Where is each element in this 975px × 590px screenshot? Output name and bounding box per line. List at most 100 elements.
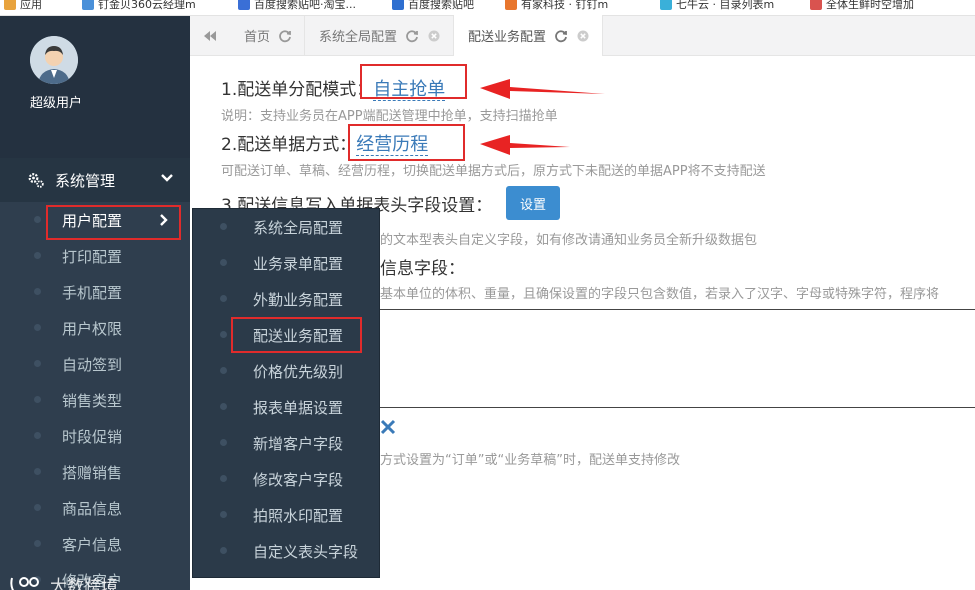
bullet-dot-icon	[34, 432, 41, 439]
submenu-list: 用户配置 打印配置 手机配置 用户权限 自动签到 销售类型 时段促销 搭赠销售 …	[0, 202, 190, 590]
bullet-dot-icon	[220, 259, 227, 266]
bullet-dot-icon	[220, 547, 227, 554]
flyout-item-label: 新增客户字段	[253, 434, 344, 453]
sidebar-item-customer-info[interactable]: 客户信息	[0, 526, 190, 562]
annotation-highlight-box	[231, 317, 362, 353]
flyout-item-field-service-config[interactable]: 外勤业务配置	[193, 281, 379, 317]
bookmark-icon	[238, 0, 250, 10]
sidebar-item-gift-sales[interactable]: 搭赠销售	[0, 454, 190, 490]
flyout-item-label: 业务录单配置	[253, 254, 344, 273]
bullet-dot-icon	[220, 511, 227, 518]
header-field-note: 的文本型表头自定义字段，如有修改请通知业务员全新升级数据包	[380, 233, 758, 248]
chevron-down-icon	[161, 174, 173, 182]
flyout-item-edit-customer-fields[interactable]: 修改客户字段	[193, 461, 379, 497]
app-root: 应用 钉金贝360云经理m 百度搜索贴吧·淘宝... 百度搜索贴吧 有家科技 ·…	[0, 0, 975, 590]
bullet-dot-icon	[34, 324, 41, 331]
bullet-dot-icon	[220, 367, 227, 374]
bookmark-item[interactable]: 百度搜索贴吧	[392, 0, 474, 12]
flyout-item-price-priority[interactable]: 价格优先级别	[193, 353, 379, 389]
red-arrow-icon	[480, 135, 570, 155]
sidebar-item-sales-type[interactable]: 销售类型	[0, 382, 190, 418]
bookmark-item[interactable]: 有家科技 · 钉钉m	[505, 0, 608, 12]
bullet-dot-icon	[34, 216, 41, 223]
dispatch-mode-label: 1.配送单分配模式：	[221, 80, 374, 100]
sidebar-item-label: 自动签到	[62, 355, 123, 374]
refresh-icon[interactable]	[554, 29, 568, 43]
close-icon[interactable]	[427, 29, 441, 43]
sidebar-item-auto-checkin[interactable]: 自动签到	[0, 346, 190, 382]
menu-system-management[interactable]: 系统管理	[0, 158, 190, 202]
flyout-item-report-settings[interactable]: 报表单据设置	[193, 389, 379, 425]
bullet-dot-icon	[34, 360, 41, 367]
double-chevron-left-icon	[204, 30, 216, 41]
bookmark-item[interactable]: 钉金贝360云经理m	[82, 0, 196, 12]
close-x-icon[interactable]	[380, 419, 396, 435]
flyout-item-label: 自定义表头字段	[253, 542, 359, 561]
gears-icon	[28, 173, 44, 188]
bookmark-item[interactable]: 全体生鲜时空增加	[810, 0, 914, 12]
flyout-item-order-entry-config[interactable]: 业务录单配置	[193, 245, 379, 281]
apps-icon	[4, 0, 16, 10]
annotation-highlight-box	[360, 64, 467, 99]
bookmark-item[interactable]: 百度搜索贴吧·淘宝...	[238, 0, 356, 12]
tab-scroll-left-button[interactable]	[190, 16, 230, 56]
divider	[362, 309, 975, 310]
sidebar-item-label: 用户权限	[62, 319, 123, 338]
set-button[interactable]: 设置	[506, 186, 560, 220]
bookmark-icon	[392, 0, 404, 10]
annotation-highlight-box	[46, 205, 181, 240]
tab-label: 配送业务配置	[468, 30, 547, 45]
bullet-dot-icon	[34, 504, 41, 511]
flyout-item-label: 修改客户字段	[253, 470, 344, 489]
edit-support-note: 方式设置为“订单”或“业务草稿”时，配送单支持修改	[380, 453, 680, 468]
divider	[362, 407, 975, 408]
flyout-item-custom-header-fields[interactable]: 自定义表头字段	[193, 533, 379, 569]
sidebar-item-mobile-config[interactable]: 手机配置	[0, 274, 190, 310]
bullet-dot-icon	[220, 475, 227, 482]
red-arrow-icon	[480, 79, 605, 99]
user-panel: 超级用户	[0, 16, 190, 158]
avatar[interactable]	[30, 36, 78, 84]
tab-label: 系统全局配置	[319, 30, 398, 45]
flyout-item-global-config[interactable]: 系统全局配置	[193, 209, 379, 245]
sidebar-item-label: 打印配置	[62, 247, 123, 266]
watermark: 大数跨境	[8, 572, 118, 590]
info-field-note: 基本单位的体积、重量，且确保设置的字段只包含数值，若录入了汉字、字母或特殊字符，…	[380, 287, 940, 302]
annotation-arrows	[480, 79, 605, 155]
delivery-doc-label: 2.配送单据方式：	[221, 135, 357, 155]
flyout-item-add-customer-fields[interactable]: 新增客户字段	[193, 425, 379, 461]
bullet-dot-icon	[220, 403, 227, 410]
bullet-dot-icon	[34, 288, 41, 295]
tab-label: 首页	[244, 30, 271, 45]
bullet-dot-icon	[220, 439, 227, 446]
bullet-dot-icon	[220, 331, 227, 338]
tab-home[interactable]: 首页	[230, 15, 306, 56]
bookmarks-bar: 应用 钉金贝360云经理m 百度搜索贴吧·淘宝... 百度搜索贴吧 有家科技 ·…	[0, 0, 975, 16]
annotation-highlight-box	[348, 124, 465, 161]
refresh-icon[interactable]	[405, 29, 419, 43]
sidebar-item-label: 手机配置	[62, 283, 123, 302]
sidebar-item-label: 商品信息	[62, 499, 123, 518]
watermark-logo-icon	[10, 576, 39, 590]
sidebar-item-label: 搭赠销售	[62, 463, 123, 482]
close-icon[interactable]	[576, 29, 590, 43]
sidebar-item-print-config[interactable]: 打印配置	[0, 238, 190, 274]
menu-head-label: 系统管理	[55, 171, 116, 190]
sidebar-item-product-info[interactable]: 商品信息	[0, 490, 190, 526]
tab-global-config[interactable]: 系统全局配置	[305, 15, 455, 56]
user-name: 超级用户	[30, 96, 83, 111]
bookmark-icon	[660, 0, 672, 10]
user-avatar-icon	[30, 36, 78, 84]
bullet-dot-icon	[220, 223, 227, 230]
flyout-item-label: 价格优先级别	[253, 362, 344, 381]
refresh-icon[interactable]	[278, 29, 292, 43]
bookmark-item[interactable]: 七牛云 · 目录列表m	[660, 0, 774, 12]
flyout-item-label: 拍照水印配置	[253, 506, 344, 525]
sidebar-item-user-permissions[interactable]: 用户权限	[0, 310, 190, 346]
flyout-item-photo-watermark[interactable]: 拍照水印配置	[193, 497, 379, 533]
bullet-dot-icon	[34, 252, 41, 259]
sidebar-item-time-promo[interactable]: 时段促销	[0, 418, 190, 454]
bookmark-item[interactable]: 应用	[4, 0, 42, 12]
tab-delivery-config[interactable]: 配送业务配置	[454, 15, 604, 56]
sidebar: 超级用户 系统管理 用户配置 打印配置 手机配置 用户权限 自动签到 销售类型 …	[0, 16, 190, 590]
